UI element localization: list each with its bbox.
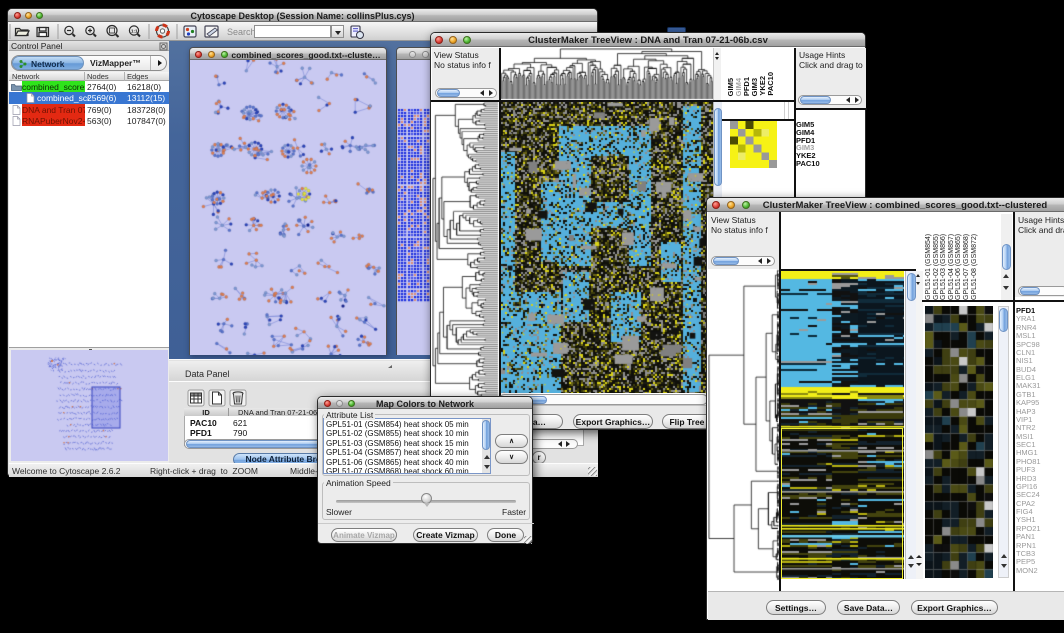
svg-text:1:1: 1:1 xyxy=(131,29,138,34)
